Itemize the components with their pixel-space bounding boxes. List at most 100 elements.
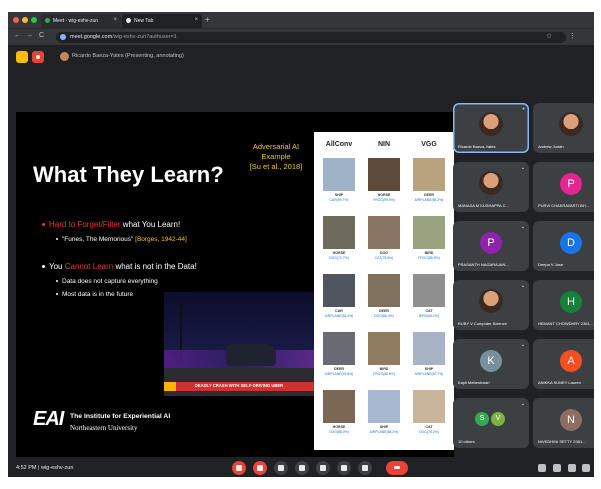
bookmark-star-icon[interactable]: ☆ — [546, 32, 552, 40]
predicted-label: AIRPLANE(85.3%) — [414, 198, 444, 202]
participant-tile[interactable]: ⌄PPURVI CHAKRAVARTI BH... — [533, 162, 594, 212]
record-icon[interactable] — [32, 51, 44, 63]
grid-cell: SHIP AIRPLANE(88.2%) — [361, 390, 407, 446]
predicted-label: AIRPLANE(49.8%) — [324, 372, 354, 376]
participant-name: Ricardo Baeza-Yates — [458, 144, 496, 149]
chat-icon[interactable] — [568, 464, 576, 472]
true-label: CAR — [335, 309, 343, 313]
predicted-label: CAT(75.5%) — [374, 256, 394, 260]
tab-new-label: New Tab — [134, 18, 154, 24]
grid-image-thumbnail — [368, 390, 400, 423]
grid-image-thumbnail — [323, 216, 355, 249]
participant-tile[interactable]: ● Ricardo Baeza-Yates — [453, 103, 529, 153]
predicted-label: DOG(86.4%) — [374, 314, 394, 318]
muted-mic-icon: ⌄ — [520, 342, 525, 348]
grid-cell: DEER AIRPLANE(85.3%) — [406, 158, 452, 214]
site-info-icon[interactable] — [60, 34, 66, 40]
participant-tile[interactable]: ⌄DDeepa V Jose — [533, 221, 594, 271]
annotation-tool-icon[interactable] — [16, 51, 28, 63]
grid-column-header: AllConv — [325, 141, 353, 148]
participant-tile[interactable]: ⌄Andrew Judah — [533, 103, 594, 153]
close-tab-icon[interactable]: × — [113, 17, 117, 23]
captions-button[interactable] — [274, 461, 288, 475]
grid-image-thumbnail — [368, 216, 400, 249]
participant-tile[interactable]: ⌄AANIKKA SUNEY Lauren — [533, 339, 594, 389]
institute-name: The Institute for Experiential AI — [70, 413, 171, 420]
participant-tile[interactable]: ⌄ MANASA M KUSHAPPA C... — [453, 162, 529, 212]
participant-tile[interactable]: ⌄ K Kapil Maheshwari — [453, 339, 529, 389]
participant-name: MANASA M KUSHAPPA C... — [458, 203, 509, 208]
participant-avatar: V — [491, 412, 505, 426]
true-label: HORSE — [377, 193, 391, 197]
participant-tile[interactable]: ⌄ S V 10 others — [453, 398, 529, 448]
grid-column-header: NIN — [377, 141, 391, 148]
true-label: DEER — [424, 193, 434, 197]
example-label: Adversarial AI Example [Su et al., 2018] — [249, 142, 303, 171]
leave-call-button[interactable] — [386, 461, 408, 475]
true-label: DEER — [334, 367, 344, 371]
people-icon[interactable] — [553, 464, 561, 472]
tab-meet-label: Meet - wig-eshv-zun — [53, 18, 99, 24]
camera-off-button[interactable] — [253, 461, 267, 475]
url-input[interactable]: meet.google.com/wig-eshv-zun?authuser=1 — [56, 32, 566, 43]
grid-cell: DEER AIRPLANE(49.8%) — [316, 332, 362, 388]
grid-image-thumbnail — [323, 390, 355, 423]
participant-avatar: S — [475, 412, 489, 426]
grid-image-thumbnail — [413, 216, 445, 249]
grid-image-thumbnail — [368, 274, 400, 307]
profile-icon[interactable]: ⋮ — [569, 32, 576, 40]
participant-photo — [479, 289, 503, 313]
minimize-window-icon[interactable] — [22, 17, 28, 23]
new-tab-button[interactable]: + — [205, 15, 210, 24]
participant-name: Kapil Maheshwari — [458, 380, 490, 385]
true-label: CAT — [425, 425, 433, 429]
close-window-icon[interactable] — [13, 17, 19, 23]
suv-shape — [226, 344, 276, 366]
close-tab-icon[interactable]: × — [194, 17, 198, 23]
predicted-label: DOG(70.7%) — [329, 256, 349, 260]
true-label: HORSE — [332, 425, 346, 429]
participant-tile[interactable]: ⌄HHEMANT CHOWDHRY 2361... — [533, 280, 594, 330]
true-label: SHIP — [334, 193, 344, 197]
predicted-label: DOG(88.0%) — [329, 430, 349, 434]
predicted-label: FROG(86.5%) — [418, 256, 440, 260]
presentation-bar: Ricardo Baeza-Yates (Presenting, annotat… — [8, 45, 594, 69]
participant-name: 10 others — [458, 439, 475, 444]
meeting-info: 4:52 PM | wig-eshv-zun — [16, 465, 74, 471]
present-button[interactable] — [316, 461, 330, 475]
back-icon[interactable]: ← — [14, 32, 21, 39]
predicted-label: CAR(99.7%) — [329, 198, 349, 202]
participant-name: RUBY V Computer Science — [458, 321, 507, 326]
raise-hand-button[interactable] — [337, 461, 351, 475]
tab-new-tab[interactable]: New Tab × — [122, 14, 202, 28]
true-label: DOG — [379, 251, 389, 255]
true-label: BIRD — [379, 367, 389, 371]
true-label: SHIP — [424, 367, 434, 371]
participant-name: Andrew Judah — [538, 144, 564, 149]
more-options-button[interactable] — [358, 461, 372, 475]
mic-off-button[interactable] — [232, 461, 246, 475]
info-icon[interactable] — [538, 464, 546, 472]
participant-name: ANIKKA SUNEY Lauren — [538, 380, 581, 385]
news-caption: DEADLY CRASH WITH SELF-DRIVING UBER — [194, 383, 284, 388]
grid-cell: DOG CAT(75.5%) — [361, 216, 407, 272]
grid-image-thumbnail — [323, 158, 355, 191]
forward-icon[interactable]: → — [26, 32, 33, 39]
grid-image-thumbnail — [413, 158, 445, 191]
presenter-status: Ricardo Baeza-Yates (Presenting, annotat… — [72, 53, 184, 59]
url-text: meet.google.com/wig-eshv-zun?authuser=1 — [70, 34, 177, 40]
grid-cell: CAT DOG(78.2%) — [406, 390, 452, 446]
activities-icon[interactable] — [582, 464, 590, 472]
participant-tile[interactable]: ⌄ RUBY V Computer Science — [453, 280, 529, 330]
emoji-button[interactable] — [295, 461, 309, 475]
university-name: Northeastern University — [70, 424, 138, 432]
participant-tile[interactable]: ⌄NNIVEDHINI SETTY 2361... — [533, 398, 594, 448]
participant-tile[interactable]: ⌄ P PRASANTH NAGARAJAN... — [453, 221, 529, 271]
bullet-forget: Hard to Forget/Filter what You Learn! — [42, 220, 180, 229]
true-label: SHIP — [379, 425, 389, 429]
bullet-cannot-learn: You Cannot Learn what is not in the Data… — [42, 262, 197, 271]
tab-meet[interactable]: Meet - wig-eshv-zun × — [41, 14, 121, 28]
maximize-window-icon[interactable] — [31, 17, 37, 23]
grid-cell: DEER DOG(86.4%) — [361, 274, 407, 330]
reload-icon[interactable]: C — [39, 32, 44, 39]
